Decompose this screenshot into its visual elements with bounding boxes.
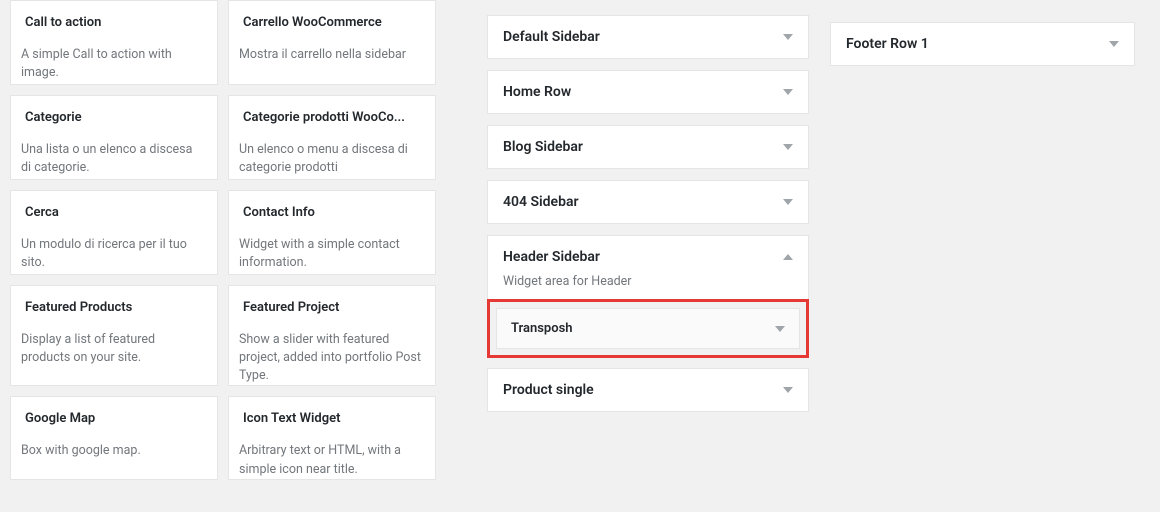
widget-title: Categorie xyxy=(11,96,217,139)
chevron-up-icon xyxy=(783,254,793,260)
area-title: Header Sidebar xyxy=(503,249,600,265)
area-header-sidebar-toggle[interactable]: Header Sidebar xyxy=(488,236,808,278)
widget-card[interactable]: Featured Project Show a slider with feat… xyxy=(228,285,436,386)
chevron-down-icon xyxy=(783,34,793,40)
area-header-sidebar: Header Sidebar Widget area for Header xyxy=(487,235,809,299)
widget-desc: Display a list of featured products on y… xyxy=(21,331,217,369)
chevron-down-icon xyxy=(783,89,793,95)
area-title: Home Row xyxy=(503,84,571,100)
area-default-sidebar[interactable]: Default Sidebar xyxy=(487,15,809,59)
area-home-row[interactable]: Home Row xyxy=(487,70,809,114)
widget-desc: Arbitrary text or HTML, with a simple ic… xyxy=(239,442,435,478)
widget-desc: Una lista o un elenco a discesa di categ… xyxy=(21,141,217,179)
widget-title: Cerca xyxy=(11,191,217,234)
widget-title: Categorie prodotti WooCo... xyxy=(229,96,435,139)
widget-title: Featured Products xyxy=(11,286,217,329)
widget-desc: Un elenco o menu a discesa di categorie … xyxy=(239,141,435,179)
widget-card[interactable]: Google Map Box with google map. xyxy=(10,396,218,479)
area-desc: Widget area for Header xyxy=(488,274,808,299)
chevron-down-icon xyxy=(783,387,793,393)
widget-desc: Box with google map. xyxy=(21,442,217,460)
widget-card[interactable]: Categorie Una lista o un elenco a disces… xyxy=(10,95,218,180)
widget-title: Featured Project xyxy=(229,286,435,329)
area-blog-sidebar[interactable]: Blog Sidebar xyxy=(487,125,809,169)
area-title: Product single xyxy=(503,382,594,398)
widget-title: Call to action xyxy=(11,1,217,44)
widget-card[interactable]: Featured Products Display a list of feat… xyxy=(10,285,218,386)
widget-title: Carrello WooCommerce xyxy=(229,1,435,44)
available-widgets-column: Call to action A simple Call to action w… xyxy=(10,0,446,490)
widget-desc: Un modulo di ricerca per il tuo sito. xyxy=(21,236,217,274)
widget-card[interactable]: Cerca Un modulo di ricerca per il tuo si… xyxy=(10,190,218,275)
widget-title: Google Map xyxy=(11,397,217,440)
widget-card[interactable]: Contact Info Widget with a simple contac… xyxy=(228,190,436,275)
area-title: 404 Sidebar xyxy=(503,194,579,210)
area-product-single[interactable]: Product single xyxy=(487,368,809,412)
widget-desc: A simple Call to action with image. xyxy=(21,46,217,84)
widget-card[interactable]: Carrello WooCommerce Mostra il carrello … xyxy=(228,0,436,85)
widget-title: Contact Info xyxy=(229,191,435,234)
sidebar-areas-column-2: Footer Row 1 xyxy=(830,22,1135,77)
widget-card[interactable]: Categorie prodotti WooCo... Un elenco o … xyxy=(228,95,436,180)
area-title: Default Sidebar xyxy=(503,29,600,45)
chevron-down-icon xyxy=(783,199,793,205)
widget-title: Transposh xyxy=(511,321,573,336)
widget-title: Icon Text Widget xyxy=(229,397,435,440)
area-title: Blog Sidebar xyxy=(503,139,583,155)
widget-card[interactable]: Icon Text Widget Arbitrary text or HTML,… xyxy=(228,396,436,479)
area-title: Footer Row 1 xyxy=(846,36,929,52)
widget-desc: Mostra il carrello nella sidebar xyxy=(239,46,435,84)
chevron-down-icon xyxy=(775,326,785,332)
widget-card[interactable]: Call to action A simple Call to action w… xyxy=(10,0,218,85)
sidebar-areas-column: Default Sidebar Home Row Blog Sidebar 40… xyxy=(487,15,809,423)
area-404-sidebar[interactable]: 404 Sidebar xyxy=(487,180,809,224)
chevron-down-icon xyxy=(783,144,793,150)
widget-desc: Widget with a simple contact information… xyxy=(239,236,435,274)
chevron-down-icon xyxy=(1109,41,1119,47)
highlighted-widget-frame: Transposh xyxy=(487,299,809,358)
area-footer-row-1[interactable]: Footer Row 1 xyxy=(830,22,1135,66)
widget-transposh[interactable]: Transposh xyxy=(496,308,800,349)
widget-desc: Show a slider with featured project, add… xyxy=(239,331,435,385)
